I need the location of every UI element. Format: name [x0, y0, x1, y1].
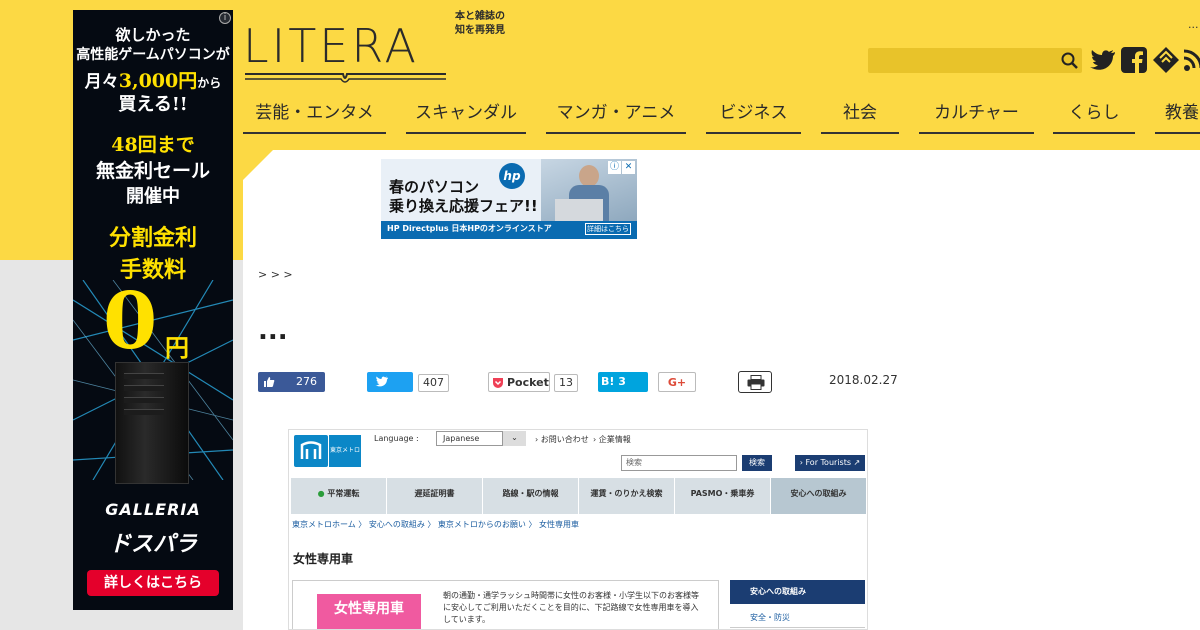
book-icon: [245, 73, 446, 83]
ad-yen: 円: [165, 333, 189, 362]
ad-zero-figure: 0: [103, 276, 158, 367]
women-only-car-badge: 女性専用車: [317, 594, 421, 629]
ad-price: 3,000円: [118, 70, 198, 92]
publish-date: 2018.02.27: [829, 373, 898, 387]
ad-text-line: 開催中: [126, 186, 180, 207]
nav-item-manga-anime[interactable]: マンガ・アニメ: [546, 96, 686, 134]
thumbs-up-icon: [264, 377, 275, 387]
metro-nav-item: 運賃・のりかえ検索: [579, 478, 675, 514]
metro-nav-item-active: 安心への取組み: [771, 478, 867, 514]
feedly-icon[interactable]: [1152, 46, 1180, 74]
twitter-icon: [375, 376, 388, 387]
pocket-icon: [493, 378, 503, 388]
metro-page-heading: 女性専用車: [293, 552, 354, 566]
ad-text-line: 無金利セール: [95, 160, 210, 182]
metro-nav-item: ● 平常運転: [291, 478, 387, 514]
facebook-count: 276: [296, 375, 317, 388]
google-plus-button[interactable]: G+: [658, 372, 696, 392]
top-banner-ad[interactable]: hp 春のパソコン 乗り換え応援フェア!! HP Directplus 日本HP…: [381, 159, 637, 239]
metro-link-company: › 企業情報: [593, 435, 631, 444]
card-fold-corner: [243, 150, 273, 180]
twitter-count: 407: [418, 374, 449, 392]
breadcrumb[interactable]: > > >: [258, 268, 293, 281]
ad-info-icon[interactable]: ⓘ: [608, 161, 621, 174]
site-tagline: 本と雑誌の 知を再発見: [455, 10, 525, 38]
ad-price-line: 月々3,000円から: [73, 66, 233, 93]
ad-headline: 春のパソコン: [389, 178, 480, 196]
header-ellipsis: ...: [1188, 18, 1199, 31]
article-image-metro-site: 東京メトロ Language : Japanese ⌄ › お問い合わせ › 企…: [288, 429, 868, 630]
ad-text: 月々: [84, 72, 119, 92]
metro-nav-item: 路線・駅の情報: [483, 478, 579, 514]
ad-brand-text: HP Directplus 日本HPのオンラインストア: [387, 224, 552, 233]
ad-headline: 乗り換え応援フェア!!: [389, 197, 538, 215]
metro-nav-item: 遅延証明書: [387, 478, 483, 514]
pocket-label: Pocket: [507, 376, 549, 389]
language-label: Language :: [374, 434, 419, 443]
article-title: ...: [258, 316, 288, 346]
print-button[interactable]: [738, 371, 772, 393]
ad-info-icon[interactable]: i: [219, 12, 231, 24]
nav-item-education[interactable]: 教養: [1155, 96, 1200, 134]
metro-breadcrumb: 東京メトロホーム 〉 安心への取組み 〉 東京メトロからのお願い 〉 女性専用車: [292, 520, 580, 529]
printer-icon: [747, 375, 765, 390]
ad-detail-button[interactable]: 詳細はこちら: [585, 223, 631, 235]
hatena-bookmark-button[interactable]: B! 3: [598, 372, 648, 392]
metro-sidebar-heading: 安心への取組み: [730, 580, 865, 604]
hatena-label: B! 3: [601, 375, 626, 388]
metro-logo-icon: [294, 435, 328, 467]
ad-text: から: [197, 76, 222, 90]
tagline-line: 知を再発見: [455, 25, 505, 36]
nav-item-culture[interactable]: カルチャー: [919, 96, 1034, 134]
facebook-icon[interactable]: [1120, 46, 1148, 74]
pocket-button[interactable]: Pocket: [488, 372, 550, 392]
pc-tower-image: [115, 362, 189, 484]
nav-item-entertainment[interactable]: 芸能・エンタメ: [243, 96, 386, 134]
pocket-count: 13: [554, 374, 578, 392]
ad-brand-2: ドスパラ: [108, 532, 197, 557]
metro-description: 朝の通勤・通学ラッシュ時間帯に女性のお客様・小学生以下のお客様等に安心してご利用…: [443, 591, 699, 624]
metro-link-contact: › お問い合わせ: [535, 435, 589, 444]
nav-item-lifestyle[interactable]: くらし: [1053, 96, 1135, 134]
metro-nav: ● 平常運転 遅延証明書 路線・駅の情報 運賃・のりかえ検索 PASMO・乗車券…: [291, 478, 867, 514]
gplus-label: G+: [667, 376, 687, 389]
metro-nav-item: PASMO・乗車券: [675, 478, 771, 514]
metro-logo-text: 東京メトロ: [329, 435, 361, 467]
ad-text-line: 欲しかった: [115, 26, 191, 44]
metro-sidebar-item: 安全・防災: [730, 608, 865, 628]
search-input[interactable]: [868, 48, 1082, 73]
metro-search-button: 検索: [742, 455, 772, 471]
facebook-like-button[interactable]: 276: [258, 372, 325, 392]
logo-text: LITERA: [243, 19, 419, 73]
ad-text-line: 高性能ゲームパソコンが: [76, 47, 230, 63]
hp-logo-icon: hp: [499, 163, 525, 189]
metro-tourists-button: › For Tourists ↗: [795, 455, 865, 471]
rss-icon[interactable]: [1183, 46, 1200, 74]
twitter-icon[interactable]: [1089, 46, 1117, 74]
nav-item-business[interactable]: ビジネス: [706, 96, 801, 134]
ad-text-line: 買える!!: [118, 94, 188, 115]
twitter-share-button[interactable]: [367, 372, 413, 392]
search-icon[interactable]: [1060, 51, 1080, 71]
category-nav: 芸能・エンタメ スキャンダル マンガ・アニメ ビジネス 社会 カルチャー くらし…: [243, 96, 1200, 136]
ad-cta-button[interactable]: 詳しくはこちら: [87, 570, 219, 596]
tagline-line: 本と雑誌の: [455, 11, 505, 22]
nav-item-scandal[interactable]: スキャンダル: [406, 96, 526, 134]
chevron-down-icon: ⌄: [502, 431, 526, 446]
site-logo[interactable]: LITERA: [243, 12, 448, 84]
ad-close-icon[interactable]: ✕: [622, 161, 635, 174]
left-skyscraper-ad[interactable]: i 欲しかった 高性能ゲームパソコンが 月々3,000円から 買える!! 48回…: [73, 10, 233, 610]
metro-nav-label: 平常運転: [327, 489, 360, 498]
ad-text-line: 48回まで: [111, 134, 195, 156]
ad-brand: GALLERIA: [105, 500, 201, 519]
ad-text-line: 分割金利: [108, 225, 197, 251]
metro-search-input: 検索: [621, 455, 737, 471]
nav-item-society[interactable]: 社会: [821, 96, 899, 134]
